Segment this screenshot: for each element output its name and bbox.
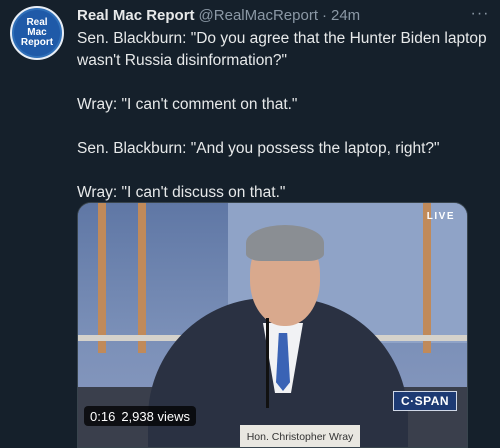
tweet-timestamp[interactable]: 24m (331, 7, 360, 24)
network-logo: C·SPAN (393, 391, 457, 411)
video-background-slat (423, 203, 431, 353)
video-duration: 0:16 (90, 408, 116, 424)
tweet-line: Sen. Blackburn: "Do you agree that the H… (77, 30, 487, 69)
avatar-logo: Real Mac Report (14, 10, 60, 56)
more-options-icon[interactable]: ··· (470, 4, 490, 24)
video-person-hair (246, 225, 324, 261)
video-background-slat (138, 203, 146, 353)
author-name[interactable]: Real Mac Report (77, 7, 195, 24)
tweet-line: Wray: "I can't comment on that." (77, 96, 298, 113)
avatar[interactable]: Real Mac Report (10, 6, 64, 60)
video-microphone (266, 318, 269, 408)
author-handle[interactable]: @RealMacReport (199, 7, 318, 24)
video-background-slat (98, 203, 106, 353)
avatar-line-3: Report (20, 37, 54, 48)
tweet-text: Sen. Blackburn: "Do you agree that the H… (77, 28, 492, 204)
video-nameplate: Hon. Christopher Wray (240, 425, 360, 447)
tweet-header: Real Mac Report @RealMacReport · 24m ··· (77, 4, 490, 26)
tweet-line: Wray: "I can't discuss on that." (77, 184, 286, 201)
video-views: 2,938 views (121, 408, 190, 424)
video-player[interactable]: Hon. Christopher Wray LIVE C·SPAN 0:16 2… (77, 202, 468, 448)
live-indicator: LIVE (426, 211, 455, 222)
video-stats-badge: 0:16 2,938 views (84, 406, 196, 426)
tweet-line: Sen. Blackburn: "And you possess the lap… (77, 140, 440, 157)
separator-dot: · (321, 6, 327, 24)
